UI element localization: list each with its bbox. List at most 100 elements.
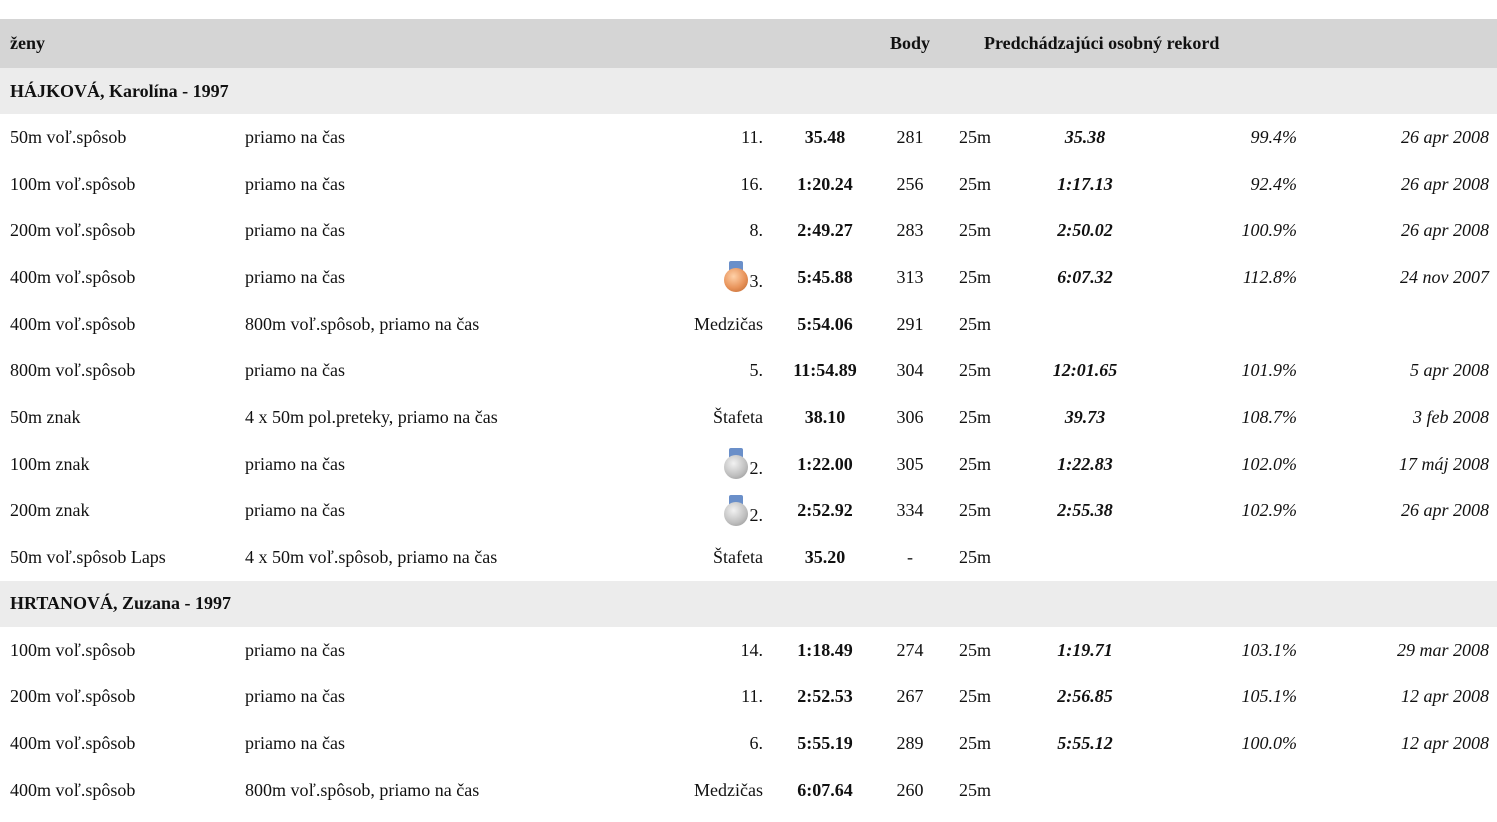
course-length: 25m xyxy=(945,814,1025,822)
previous-record-date: 24 nov 2007 xyxy=(1400,266,1490,287)
table-row: 50m voľ.spôsob Laps 4 x 50m voľ.spôsob, p… xyxy=(0,534,1497,581)
previous-record-time: 1:22.83 xyxy=(1057,453,1113,474)
points-value: 313 xyxy=(896,266,924,287)
result-time: 35.20 xyxy=(804,547,846,568)
round-name: priamo na čas xyxy=(245,733,345,754)
points-value: - xyxy=(907,547,913,568)
place-value: 6. xyxy=(749,733,764,754)
place-cell: 11. xyxy=(655,674,775,721)
course-length: 25m xyxy=(959,779,992,800)
improvement-percent: 103.1% xyxy=(1241,639,1298,660)
table-row: 400m voľ.spôsob priamo na čas 6. 5:55.19 289… xyxy=(0,720,1497,767)
course-length: 25m xyxy=(959,313,992,334)
previous-record-time: 2:55.38 xyxy=(1057,500,1113,521)
points-value: 289 xyxy=(896,733,924,754)
silver-medal-icon xyxy=(723,494,748,527)
round-name: 4 x 50m pol.preteky, priamo na čas xyxy=(245,406,498,427)
previous-record-header: Predchádzajúci osobný rekord xyxy=(984,33,1220,53)
event-name: 100m voľ.spôsob xyxy=(10,639,136,660)
improvement-percent xyxy=(1145,301,1305,348)
result-time: 1:22.00 xyxy=(797,453,853,474)
points-value: 256 xyxy=(896,173,924,194)
result-time: 1:20.24 xyxy=(797,173,853,194)
results-table: ženy Body Predchádzajúci osobný rekord H… xyxy=(0,19,1497,822)
results-body: HÁJKOVÁ, Karolína - 1997 50m voľ.spôsob pr… xyxy=(0,68,1497,822)
table-row: 400m voľ.spôsob 800m voľ.spôsob, priamo n… xyxy=(0,301,1497,348)
event-name: 400m voľ.spôsob xyxy=(10,266,136,287)
previous-record-time: 39.73 xyxy=(1064,406,1106,427)
place-value: Medzičas xyxy=(694,313,763,334)
table-row: 200m znak priamo na čas 2. 2:52.92 334 25m 2:5… xyxy=(0,488,1497,535)
place-cell: 3. xyxy=(655,254,775,301)
result-time: 6:07.64 xyxy=(797,779,853,800)
place-cell: Štafeta xyxy=(655,394,775,441)
event-name: 800m voľ.spôsob xyxy=(0,814,245,822)
result-time: 12:13.19 xyxy=(775,814,875,822)
event-name: 50m znak xyxy=(10,406,81,427)
improvement-percent: 100.9% xyxy=(1241,220,1298,241)
result-time: 5:55.19 xyxy=(797,733,853,754)
round-name: priamo na čas xyxy=(245,639,345,660)
previous-record-time xyxy=(1025,301,1145,348)
previous-record-time: 35.38 xyxy=(1064,126,1106,147)
place-cell: 2. xyxy=(655,488,775,535)
place-value: 11. xyxy=(741,126,763,147)
previous-record-time: 2:56.85 xyxy=(1057,686,1113,707)
course-length: 25m xyxy=(959,220,992,241)
course-length: 25m xyxy=(959,686,992,707)
event-name: 100m voľ.spôsob xyxy=(10,173,136,194)
improvement-percent: 100.0% xyxy=(1241,733,1298,754)
place-cell: 16. xyxy=(655,161,775,208)
result-time: 1:18.49 xyxy=(797,639,853,660)
points-value: 260 xyxy=(896,779,924,800)
points-value: 283 xyxy=(896,220,924,241)
course-length: 25m xyxy=(959,406,992,427)
previous-record-date: 26 apr 2008 xyxy=(1401,173,1490,194)
improvement-percent: 105.1% xyxy=(1241,686,1298,707)
place-cell: 8. xyxy=(655,207,775,254)
place-cell: Medzičas xyxy=(655,767,775,814)
place-value: 11. xyxy=(741,686,763,707)
bronze-medal-icon xyxy=(723,261,748,293)
place-cell: 2. xyxy=(655,441,775,488)
round-name: priamo na čas xyxy=(245,220,345,241)
course-length: 25m xyxy=(959,360,992,381)
event-name: 200m voľ.spôsob xyxy=(10,220,136,241)
place-cell: 14. xyxy=(655,627,775,674)
round-name: priamo na čas xyxy=(245,686,345,707)
table-row: 50m znak 4 x 50m pol.preteky, priamo na č… xyxy=(0,394,1497,441)
round-name: priamo na čas xyxy=(245,814,655,822)
round-name: 4 x 50m voľ.spôsob, priamo na čas xyxy=(245,547,498,568)
place-cell: Štafeta xyxy=(655,534,775,581)
previous-record-time: 2:50.02 xyxy=(1057,220,1113,241)
improvement-percent xyxy=(1145,767,1305,814)
athlete-header-row: HRTANOVÁ, Zuzana - 1997 xyxy=(0,580,1497,627)
round-name: priamo na čas xyxy=(245,266,345,287)
previous-record-date: 17 máj 2008 xyxy=(1399,453,1490,474)
event-name: 200m voľ.spôsob xyxy=(10,686,136,707)
result-time: 2:52.92 xyxy=(797,500,853,521)
place-value: 8. xyxy=(749,220,764,241)
points-value: 305 xyxy=(896,453,924,474)
result-time: 2:52.53 xyxy=(797,686,853,707)
event-name: 800m voľ.spôsob xyxy=(10,360,136,381)
round-name: 800m voľ.spôsob, priamo na čas xyxy=(245,779,480,800)
improvement-percent: 112.8% xyxy=(1242,266,1297,287)
previous-record-date: 5 apr 2008 xyxy=(1410,360,1490,381)
previous-record-date: 26 apr 2008 xyxy=(1401,500,1490,521)
table-row: 100m znak priamo na čas 2. 1:22.00 305 25m 1:2… xyxy=(0,441,1497,488)
points-value: 304 xyxy=(896,360,924,381)
previous-record-date: 3 feb 2008 xyxy=(1413,406,1490,427)
result-time: 35.48 xyxy=(804,126,846,147)
points-value: 267 xyxy=(896,686,924,707)
place-cell: 11. xyxy=(655,114,775,161)
previous-record-time: 1:17.13 xyxy=(1057,173,1113,194)
points-value: 334 xyxy=(896,500,924,521)
athlete-name: HRTANOVÁ, Zuzana - 1997 xyxy=(10,593,232,614)
previous-record-time xyxy=(1025,814,1145,822)
place-value: 5. xyxy=(749,360,764,381)
improvement-percent: 108.7% xyxy=(1241,406,1298,427)
place-value: Štafeta xyxy=(713,547,763,568)
previous-record-date xyxy=(1305,814,1497,822)
category-header: ženy xyxy=(10,33,45,53)
